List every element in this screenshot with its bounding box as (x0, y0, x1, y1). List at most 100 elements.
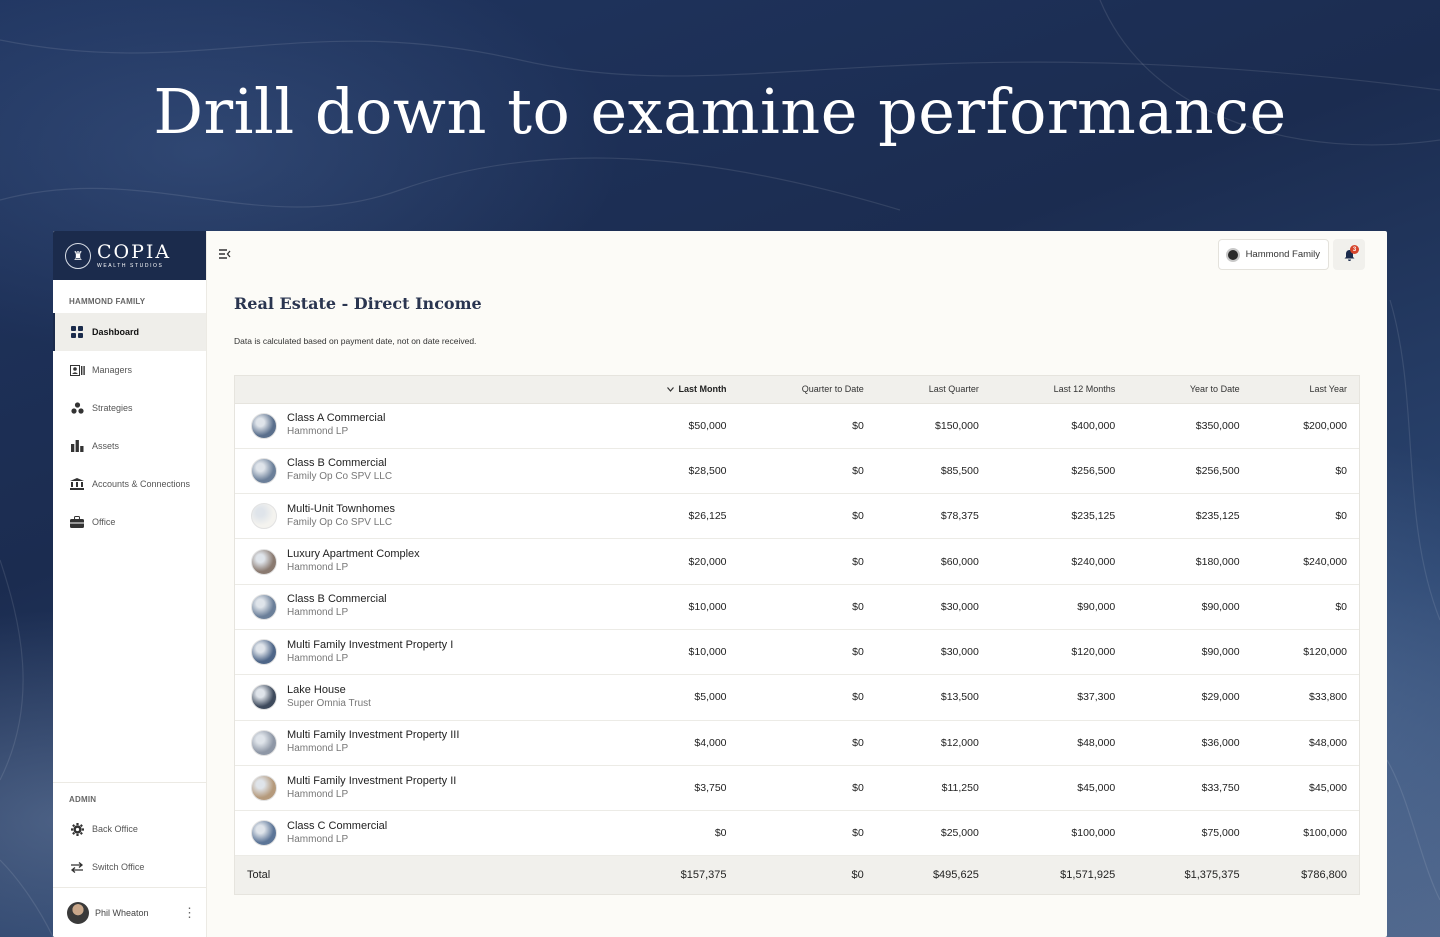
asset-owner: Hammond LP (287, 833, 349, 845)
column-header-label: Last Month (678, 384, 727, 395)
value-cell: $75,000 (1127, 810, 1252, 857)
asset-cell: Multi-Unit Townhomes Family Op Co SPV LLC (235, 493, 605, 540)
sidebar-item-label: Dashboard (92, 327, 140, 337)
property-thumbnail (251, 457, 277, 484)
value-cell: $0 (738, 493, 876, 540)
value-cell: $25,000 (875, 810, 991, 857)
asset-name[interactable]: Multi Family Investment Property I (287, 639, 453, 652)
value-cell: $36,000 (1127, 720, 1252, 766)
asset-cell: Class B Commercial Family Op Co SPV LLC (235, 448, 605, 495)
table-row[interactable]: Class B Commercial Family Op Co SPV LLC $2… (235, 448, 1359, 495)
value-cell: $235,125 (990, 493, 1128, 540)
user-profile[interactable]: Phil Wheaton ⋮ (53, 887, 206, 937)
value-cell: $0 (738, 720, 876, 766)
sidebar-item-label: Switch Office (92, 862, 145, 872)
admin-label: ADMIN (69, 795, 97, 804)
notifications-button[interactable]: 3 (1333, 239, 1365, 270)
table-row[interactable]: Multi-Unit Townhomes Family Op Co SPV LLC… (235, 493, 1359, 540)
user-name: Phil Wheaton (95, 907, 149, 918)
value-cell: $120,000 (1251, 629, 1359, 676)
value-cell: $48,000 (1251, 720, 1359, 766)
property-thumbnail (251, 412, 277, 439)
asset-owner: Hammond LP (287, 562, 349, 574)
family-selector[interactable]: Hammond Family (1217, 239, 1329, 270)
gear-icon (69, 822, 85, 836)
value-cell: $37,300 (990, 674, 1128, 721)
asset-cell: Lake House Super Omnia Trust (235, 674, 605, 721)
sidebar-item-label: Back Office (92, 824, 138, 834)
sidebar-item-dashboard[interactable]: Dashboard (53, 313, 206, 351)
brand-name: COPIA (97, 240, 172, 263)
value-cell: $30,000 (875, 584, 991, 630)
managers-icon (69, 363, 85, 377)
asset-name[interactable]: Class B Commercial (287, 593, 387, 606)
value-cell: $5,000 (605, 674, 739, 721)
asset-name[interactable]: Multi Family Investment Property II (287, 775, 456, 788)
sidebar: ♜ COPIA WEALTH STUDIOS HAMMOND FAMILY Da… (53, 231, 207, 937)
value-cell: $30,000 (875, 629, 991, 676)
total-label: Total (235, 855, 605, 894)
sidebar-item-back-office[interactable]: Back Office (53, 810, 206, 848)
section-label: HAMMOND FAMILY (69, 297, 146, 306)
asset-name[interactable]: Multi-Unit Townhomes (287, 503, 395, 516)
column-header-year-to-date[interactable]: Year to Date (1127, 376, 1252, 404)
asset-name[interactable]: Class C Commercial (287, 820, 387, 833)
asset-name[interactable]: Class B Commercial (287, 457, 392, 470)
sidebar-item-assets[interactable]: Assets (53, 427, 206, 465)
value-cell: $120,000 (990, 629, 1128, 676)
table-row[interactable]: Class C Commercial Hammond LP $0 $0 $25,000 $… (235, 810, 1359, 857)
total-value-cell: $0 (738, 855, 876, 894)
asset-owner: Super Omnia Trust (287, 697, 371, 709)
asset-cell: Class C Commercial Hammond LP (235, 810, 605, 857)
table-row[interactable]: Luxury Apartment Complex Hammond LP $20,00… (235, 538, 1359, 585)
brand-sub: WEALTH STUDIOS (97, 262, 164, 269)
property-thumbnail (251, 548, 277, 575)
table-row[interactable]: Class A Commercial Hammond LP $50,000 $0 $15… (235, 403, 1359, 449)
swap-icon (69, 860, 85, 874)
asset-name[interactable]: Class A Commercial (287, 412, 385, 425)
value-cell: $12,000 (875, 720, 991, 766)
value-cell: $235,125 (1127, 493, 1252, 540)
table-row[interactable]: Multi Family Investment Property III Hamm… (235, 720, 1359, 766)
briefcase-icon (69, 515, 85, 529)
sidebar-item-switch-office[interactable]: Switch Office (53, 848, 206, 886)
brand[interactable]: ♜ COPIA WEALTH STUDIOS (53, 231, 206, 280)
value-cell: $0 (738, 403, 876, 449)
column-header-last-year[interactable]: Last Year (1251, 376, 1359, 404)
value-cell: $0 (605, 810, 739, 857)
page-title: Real Estate - Direct Income (234, 294, 482, 313)
table-row[interactable]: Lake House Super Omnia Trust $5,000 $0 $13,5… (235, 674, 1359, 721)
column-header-last-12-months[interactable]: Last 12 Months (990, 376, 1128, 404)
column-header-quarter-to-date[interactable]: Quarter to Date (738, 376, 876, 404)
value-cell: $4,000 (605, 720, 739, 766)
column-header-last-quarter[interactable]: Last Quarter (875, 376, 991, 404)
asset-cell: Class B Commercial Hammond LP (235, 584, 605, 630)
value-cell: $350,000 (1127, 403, 1252, 449)
asset-name[interactable]: Luxury Apartment Complex (287, 548, 420, 561)
asset-cell: Multi Family Investment Property II Hammo… (235, 765, 605, 812)
avatar (67, 901, 89, 924)
page-note: Data is calculated based on payment date… (234, 336, 477, 346)
column-header-label: Last Quarter (928, 384, 979, 395)
income-table: Last Month Quarter to Date Last Quarter Las… (234, 375, 1360, 895)
column-header-last-month[interactable]: Last Month (605, 376, 739, 404)
value-cell: $180,000 (1127, 538, 1252, 585)
sidebar-item-office[interactable]: Office (53, 503, 206, 541)
table-row[interactable]: Class B Commercial Hammond LP $10,000 $0 $30… (235, 584, 1359, 630)
table-row[interactable]: Multi Family Investment Property II Hammo… (235, 765, 1359, 812)
sidebar-item-strategies[interactable]: Strategies (53, 389, 206, 427)
headline: Drill down to examine performance (153, 75, 1287, 148)
kebab-menu-icon[interactable]: ⋮ (183, 905, 196, 921)
main-content: Hammond Family 3 Real Estate - Direct In… (207, 231, 1387, 937)
collapse-sidebar-icon[interactable] (215, 245, 235, 263)
asset-name[interactable]: Multi Family Investment Property III (287, 729, 459, 742)
table-row[interactable]: Multi Family Investment Property I Hammon… (235, 629, 1359, 676)
value-cell: $0 (1251, 448, 1359, 495)
asset-name[interactable]: Lake House (287, 684, 371, 697)
value-cell: $85,500 (875, 448, 991, 495)
sidebar-item-managers[interactable]: Managers (53, 351, 206, 389)
sidebar-item-accounts-connections[interactable]: Accounts & Connections (53, 465, 206, 503)
total-value-cell: $786,800 (1251, 855, 1359, 894)
value-cell: $3,750 (605, 765, 739, 812)
value-cell: $240,000 (990, 538, 1128, 585)
